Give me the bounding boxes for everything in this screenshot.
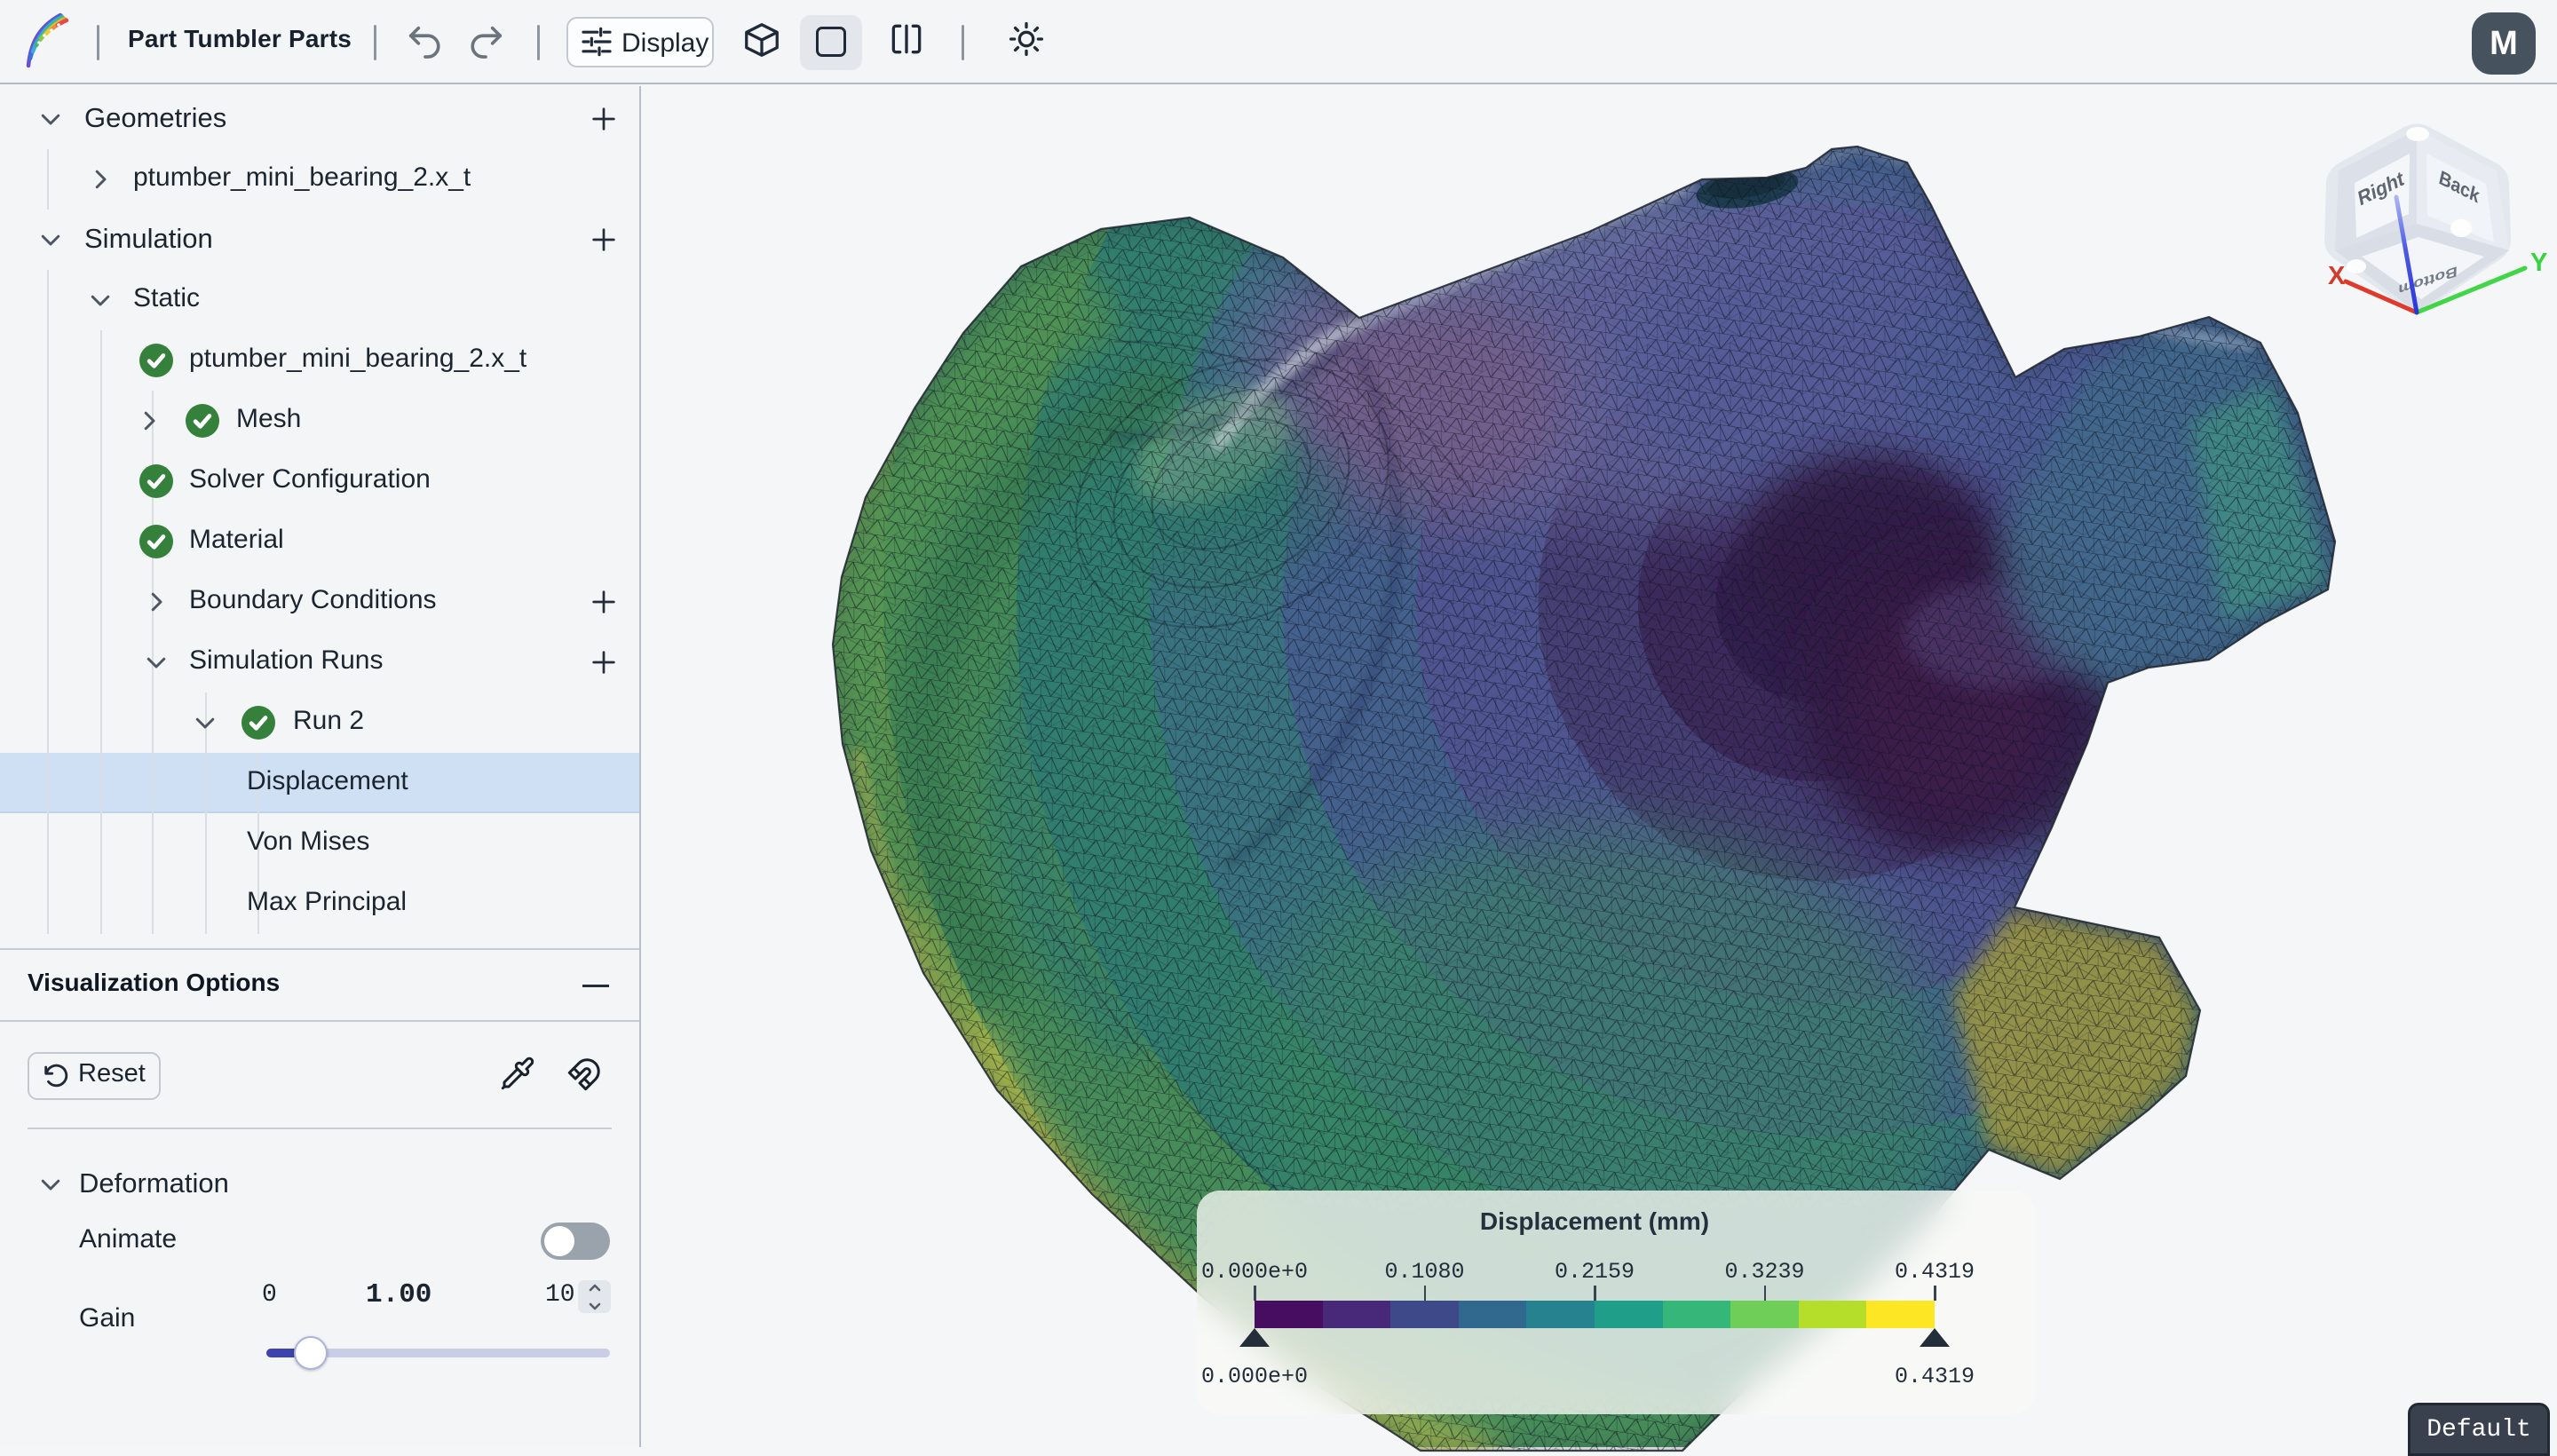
svg-text:Y: Y bbox=[2530, 249, 2547, 277]
svg-text:X: X bbox=[2328, 262, 2346, 290]
